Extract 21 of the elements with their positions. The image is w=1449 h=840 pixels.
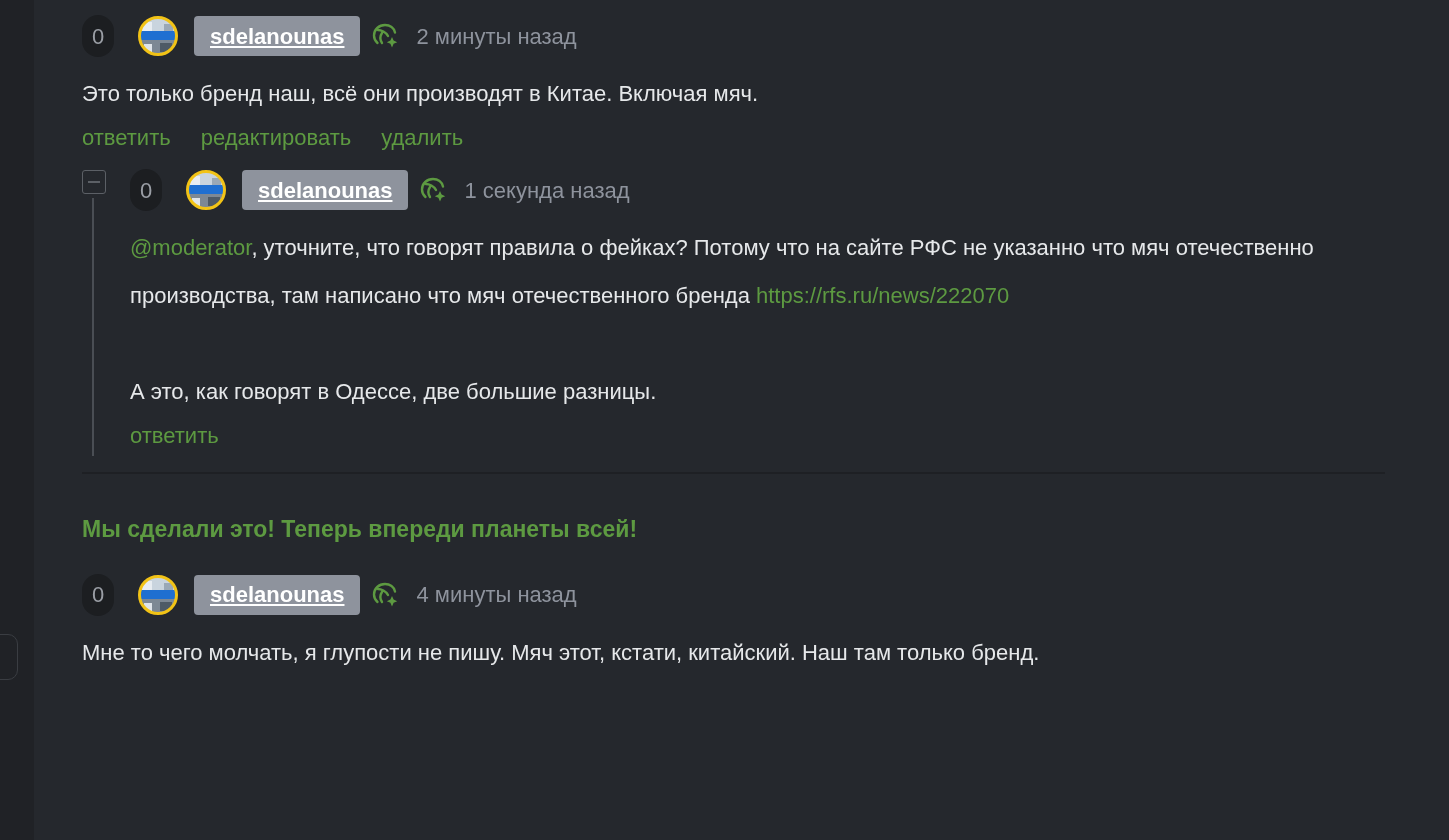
username-badge[interactable]: sdelanounas bbox=[194, 574, 361, 615]
comment-action-link[interactable]: ответить bbox=[82, 118, 171, 158]
vote-score: 0 bbox=[82, 15, 114, 57]
collapse-button[interactable] bbox=[82, 170, 106, 194]
comment-text: @moderator, уточните, что говорят правила о фейках? Потому что на сайте РФС не указанно что мяч отечественно производства, там написано что мяч отечественного бренда https://rfs.ru/news/222070 bbox=[130, 234, 1315, 310]
comment-action-link[interactable]: ответить bbox=[130, 416, 219, 456]
comment-text: А это, как говорят в Одессе, две большие разницы. bbox=[130, 378, 658, 406]
comment-link[interactable]: @moderator bbox=[130, 235, 252, 260]
vote-score: 0 bbox=[82, 573, 114, 616]
comment-action-link[interactable]: редактировать bbox=[200, 118, 352, 158]
comment-time: 1 секунда назад bbox=[464, 176, 630, 205]
post-title[interactable]: Мы сделали это! Теперь впереди планеты всей! bbox=[82, 512, 1385, 547]
comment-link[interactable]: https://rfs.ru/news/222070 bbox=[756, 283, 1010, 308]
vote-score: 0 bbox=[130, 169, 162, 211]
username-badge[interactable]: sdelanounas bbox=[242, 170, 409, 210]
comment-time: 4 минуты назад bbox=[416, 581, 577, 609]
comment-text: Это только бренд наш, всё они производят в Китае. Включая мяч. bbox=[82, 80, 760, 108]
comment-text: Мне то чего молчать, я глупости не пишу. Мяч этот, кстати, китайский. Наш там только бренд. bbox=[82, 638, 1041, 667]
comment-time: 2 минуты назад bbox=[416, 22, 577, 51]
comment-action-link[interactable]: удалить bbox=[381, 118, 464, 158]
username-badge[interactable]: sdelanounas bbox=[194, 16, 361, 56]
